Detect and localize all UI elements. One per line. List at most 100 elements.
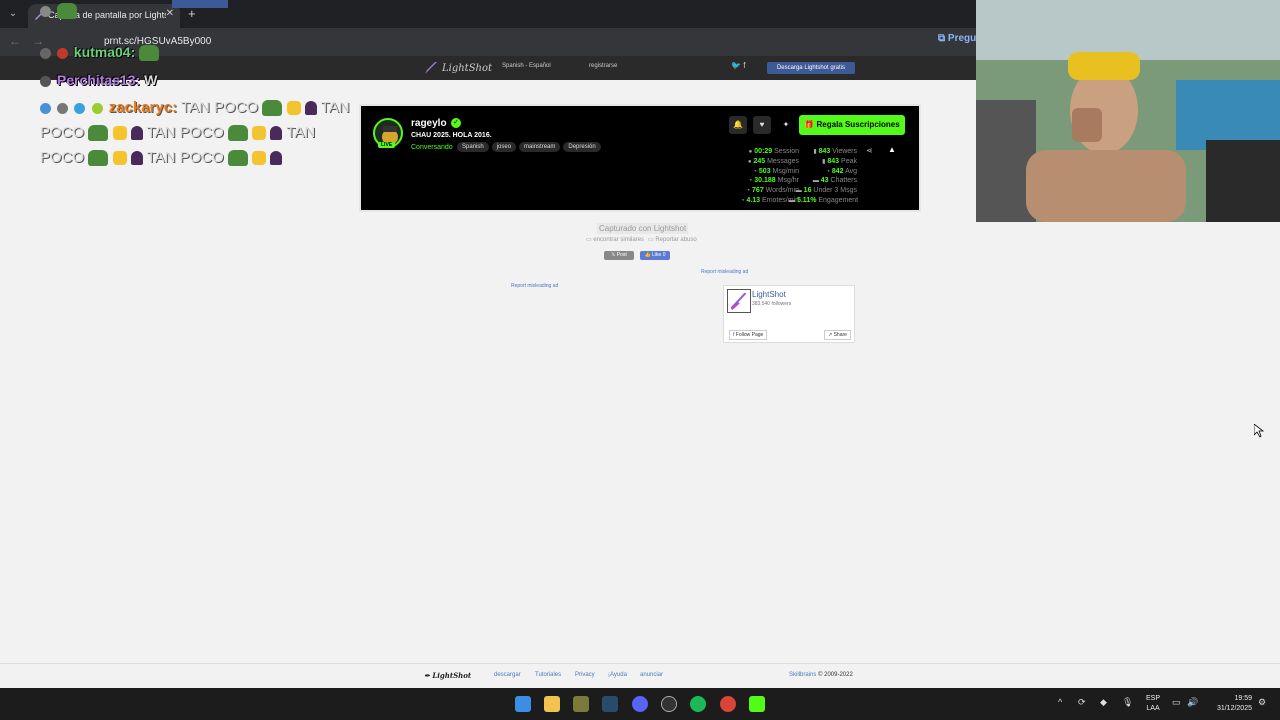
footer-link-advertise[interactable]: anunciar <box>640 672 663 678</box>
footer-link-privacy[interactable]: Privacy <box>575 672 595 678</box>
stat-msg-min: ◔ 503 Msg/min <box>693 167 799 177</box>
sparkle-icon[interactable]: ✦ <box>777 116 795 134</box>
chat-username: kutma04: <box>73 44 136 60</box>
display-icon[interactable]: ▭ <box>1172 697 1181 708</box>
system-clock[interactable]: 19:59 31/12/2025 <box>1206 694 1252 714</box>
tray-overflow-icon[interactable]: ^ <box>1058 697 1062 707</box>
fb-page-name[interactable]: LightShot <box>752 290 786 299</box>
stream-tag[interactable]: Depresión <box>563 142 601 152</box>
back-arrow-icon[interactable]: ← <box>9 34 21 48</box>
live-badge: LIVE <box>378 142 396 148</box>
ask-label: Pregu <box>947 33 977 44</box>
stream-category[interactable]: Conversando <box>411 144 453 151</box>
steam-icon[interactable] <box>602 696 618 712</box>
lightshot-logo[interactable]: LightShot <box>424 60 492 76</box>
volume-icon[interactable]: 🔊 <box>1187 697 1198 708</box>
fb-share-label: Share <box>833 332 847 338</box>
footer-link-tutorials[interactable]: Tutoriales <box>535 672 561 678</box>
chat-message: W <box>144 72 158 88</box>
sync-icon[interactable]: ⟳ <box>1078 697 1086 708</box>
chrome-icon[interactable] <box>720 696 736 712</box>
stat-value: 4.13 <box>746 196 761 204</box>
stat-label: Chatters <box>830 177 857 185</box>
share-icon[interactable]: ⋖ <box>866 146 873 155</box>
file-explorer-icon[interactable] <box>544 696 560 712</box>
stat-words-min: ◔ 767 Words/min <box>693 186 799 196</box>
fb-follow-button[interactable]: f Follow Page <box>729 330 768 340</box>
footer-logo-text: LightShot <box>432 671 472 680</box>
post-button[interactable]: 𝕏 Post <box>604 251 634 260</box>
report-ad-link[interactable]: Report misleading ad <box>701 269 748 275</box>
stat-value: 30.188 <box>754 177 776 185</box>
start-menu-icon[interactable] <box>515 696 531 712</box>
peak-icon: ▮ <box>822 158 826 165</box>
twitter-icon[interactable]: 🐦 <box>731 61 741 70</box>
like-button[interactable]: 👍 Like 0 <box>640 251 670 260</box>
clock-time: 19:59 <box>1234 695 1252 702</box>
chat-message: TAN POCO <box>146 124 224 141</box>
spotify-icon[interactable] <box>690 696 706 712</box>
stream-tag[interactable]: Spanish <box>457 142 489 152</box>
footer-logo[interactable]: ✒ LightShot <box>424 671 471 680</box>
chat-message: TAN <box>320 99 350 116</box>
lang-layout: LAA <box>1146 705 1160 712</box>
register-link[interactable]: registrarse <box>589 63 617 69</box>
chat-username: zackaryc: <box>108 99 178 116</box>
stat-value: 843 <box>818 148 831 155</box>
stat-value: 245 <box>753 157 766 165</box>
pepe-emote-icon <box>228 150 249 167</box>
pepe-emote-icon <box>262 100 283 117</box>
tab-close-icon[interactable]: ✕ <box>166 8 174 19</box>
stat-emotes-min: ◔ 4.13 Emotes/min <box>693 196 799 206</box>
security-icon[interactable]: ◆ <box>1100 697 1107 708</box>
notification-icon[interactable]: ⚙ <box>1258 697 1266 708</box>
stats-right-column: ▮ 843 Viewers ▮ 843 Peak ◔ 842 Avg ▬ 43 … <box>789 147 858 206</box>
stat-viewers: ▮ 843 Viewers <box>789 147 857 157</box>
microphone-icon[interactable]: 🎙 <box>1122 697 1133 708</box>
fist-emote-icon <box>286 101 301 116</box>
stream-tag[interactable]: joseo <box>491 142 517 152</box>
language-selector[interactable]: Spanish - Español <box>502 63 551 69</box>
input-language[interactable]: ESP LAA <box>1146 694 1160 714</box>
stat-label: Viewers <box>832 148 857 155</box>
stream-tag[interactable]: mainstream <box>519 142 561 152</box>
lightshot-logo-text: LightShot <box>442 62 493 74</box>
discord-icon[interactable] <box>632 696 648 712</box>
tab-search-button[interactable]: ⌄ <box>4 5 22 23</box>
footer-copyright: Skillbrains © 2009-2022 <box>789 672 853 678</box>
stat-value: 5.11% <box>796 196 817 204</box>
fist-emote-icon <box>252 151 267 166</box>
obs-icon[interactable] <box>661 696 677 712</box>
heart-icon[interactable]: ♥ <box>753 116 771 134</box>
footer-link-download[interactable]: descargar <box>494 672 521 678</box>
chat-line-kutma: kutma04: <box>40 44 160 62</box>
chat-line-spam-1: zackaryc: TAN POCO TAN <box>40 95 350 120</box>
fb-share-button[interactable]: ↗ Share <box>824 330 851 340</box>
facebook-icon[interactable]: f <box>743 61 745 70</box>
find-similar-link[interactable]: ▭ encontrar similares <box>586 236 644 243</box>
ask-button[interactable]: ⧉ Pregu <box>938 33 976 44</box>
stat-value: 00:29 <box>754 148 773 155</box>
lightshot-logo-icon[interactable] <box>727 289 751 313</box>
report-abuse-link[interactable]: ▭ Reportar abuso <box>648 236 697 243</box>
report-ad-link[interactable]: Report misleading ad <box>511 283 558 289</box>
footer-link-help[interactable]: ¡Ayuda <box>608 672 627 678</box>
app-icon[interactable] <box>573 696 589 712</box>
badge-icon <box>91 102 103 114</box>
fist-emote-icon <box>112 151 127 166</box>
gift-subs-button[interactable]: 🎁 Regala Suscripciones <box>799 115 905 135</box>
pepe-emote-icon <box>88 150 109 167</box>
pepe-emote-icon <box>88 125 109 142</box>
image-icon: ▭ <box>586 237 592 243</box>
person-emote-icon <box>304 101 317 116</box>
bell-icon[interactable]: 🔔 <box>729 116 747 134</box>
kick-icon[interactable] <box>749 696 765 712</box>
badge-icon <box>40 75 51 87</box>
warning-icon[interactable]: ▲ <box>888 145 896 154</box>
streamer-name[interactable]: rageylo <box>411 118 447 129</box>
new-tab-icon[interactable]: + <box>188 6 196 21</box>
stat-value: 843 <box>827 157 840 165</box>
footer-company-link[interactable]: Skillbrains <box>789 672 816 678</box>
download-lightshot-button[interactable]: Descarga Lightshot gratis <box>767 62 855 74</box>
stream-tags: Spanish joseo mainstream Depresión <box>457 142 601 152</box>
